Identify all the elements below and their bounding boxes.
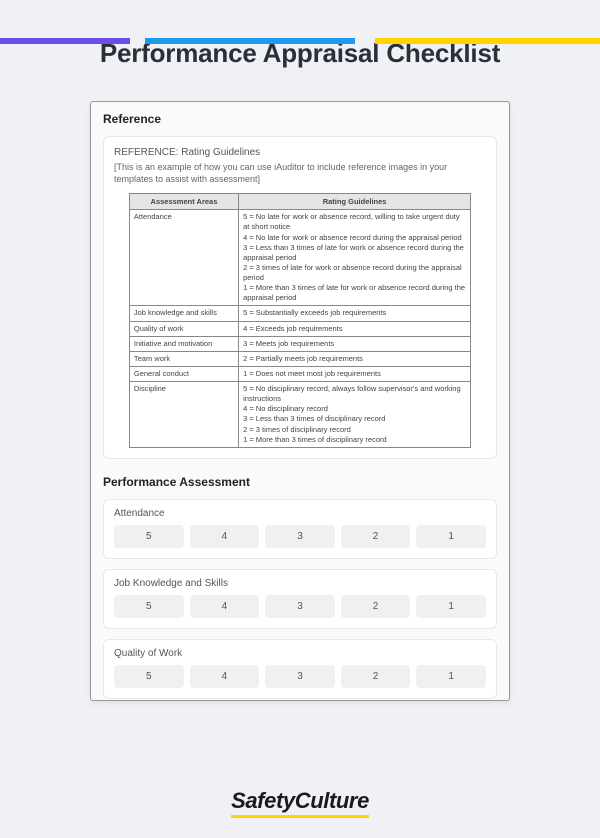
rating-button[interactable]: 2 [341,525,411,548]
guidelines-cell: 2 = Partially meets job requirements [239,351,471,366]
reference-subtitle: [This is an example of how you can use i… [114,161,486,185]
guideline-line: 4 = Exceeds job requirements [243,324,466,334]
accent-blue [145,38,355,44]
document-card: Reference REFERENCE: Rating Guidelines [… [90,101,510,701]
guideline-line: 2 = 3 times of disciplinary record [243,425,466,435]
guideline-line: 2 = 3 times of late for work or absence … [243,263,466,283]
guidelines-cell: 5 = No late for work or absence record, … [239,210,471,306]
table-row: Discipline5 = No disciplinary record, al… [129,382,470,448]
table-row: Quality of work 4 = Exceeds job requireme… [129,321,470,336]
rating-button[interactable]: 1 [416,595,486,618]
rating-button[interactable]: 4 [190,595,260,618]
guideline-line: 5 = Substantially exceeds job requiremen… [243,308,466,318]
guidelines-cell: 1 = Does not meet most job requirements [239,366,471,381]
table-row: Initiative and motivation 3 = Meets job r… [129,336,470,351]
reference-title: REFERENCE: Rating Guidelines [114,147,486,158]
guideline-line: 5 = No disciplinary record, always follo… [243,384,466,404]
brand-text: SafetyCulture [231,788,369,818]
rating-row: 54321 [114,525,486,548]
rating-button[interactable]: 3 [265,525,335,548]
rating-button[interactable]: 5 [114,595,184,618]
table-row: Attendance5 = No late for work or absenc… [129,210,470,306]
rating-label: Job Knowledge and Skills [114,578,486,589]
accent-yellow [375,38,600,44]
area-cell: Team work [129,351,238,366]
guideline-line: 2 = Partially meets job requirements [243,354,466,364]
rating-button[interactable]: 2 [341,665,411,688]
assessment-list: Attendance54321Job Knowledge and Skills5… [103,499,497,699]
rating-button[interactable]: 3 [265,595,335,618]
guidelines-tbody: Attendance5 = No late for work or absenc… [129,210,470,448]
guidelines-cell: 5 = No disciplinary record, always follo… [239,382,471,448]
table-col-guidelines: Rating Guidelines [239,194,471,210]
guideline-line: 4 = No disciplinary record [243,404,466,414]
rating-button[interactable]: 2 [341,595,411,618]
area-cell: Quality of work [129,321,238,336]
guideline-line: 5 = No late for work or absence record, … [243,212,466,232]
guideline-line: 1 = More than 3 times of disciplinary re… [243,435,466,445]
rating-card: Quality of Work 54321 [103,639,497,699]
rating-card: Job Knowledge and Skills 54321 [103,569,497,629]
accent-purple [0,38,130,44]
rating-card: Attendance 54321 [103,499,497,559]
reference-section-header: Reference [103,112,497,126]
area-cell: General conduct [129,366,238,381]
area-cell: Attendance [129,210,238,306]
reference-block: REFERENCE: Rating Guidelines [This is an… [103,136,497,459]
table-col-areas: Assessment Areas [129,194,238,210]
area-cell: Job knowledge and skills [129,306,238,321]
guidelines-cell: 4 = Exceeds job requirements [239,321,471,336]
guideline-line: 1 = Does not meet most job requirements [243,369,466,379]
guideline-line: 3 = Less than 3 times of disciplinary re… [243,414,466,424]
rating-button[interactable]: 1 [416,525,486,548]
guidelines-cell: 3 = Meets job requirements [239,336,471,351]
table-row: Team work 2 = Partially meets job require… [129,351,470,366]
rating-button[interactable]: 3 [265,665,335,688]
guideline-line: 1 = More than 3 times of late for work o… [243,283,466,303]
guidelines-cell: 5 = Substantially exceeds job requiremen… [239,306,471,321]
footer-logo: SafetyCulture [0,788,600,818]
rating-button[interactable]: 4 [190,525,260,548]
rating-label: Attendance [114,508,486,519]
guideline-line: 3 = Meets job requirements [243,339,466,349]
rating-row: 54321 [114,595,486,618]
rating-button[interactable]: 1 [416,665,486,688]
top-accent-bar [0,38,600,44]
guideline-line: 4 = No late for work or absence record d… [243,233,466,243]
area-cell: Initiative and motivation [129,336,238,351]
rating-button[interactable]: 5 [114,665,184,688]
area-cell: Discipline [129,382,238,448]
rating-button[interactable]: 5 [114,525,184,548]
table-row: Job knowledge and skills 5 = Substantiall… [129,306,470,321]
rating-row: 54321 [114,665,486,688]
assessment-section-header: Performance Assessment [103,475,497,489]
guideline-line: 3 = Less than 3 times of late for work o… [243,243,466,263]
rating-button[interactable]: 4 [190,665,260,688]
guidelines-table: Assessment Areas Rating Guidelines Atten… [129,193,471,448]
rating-label: Quality of Work [114,648,486,659]
table-row: General conduct 1 = Does not meet most jo… [129,366,470,381]
